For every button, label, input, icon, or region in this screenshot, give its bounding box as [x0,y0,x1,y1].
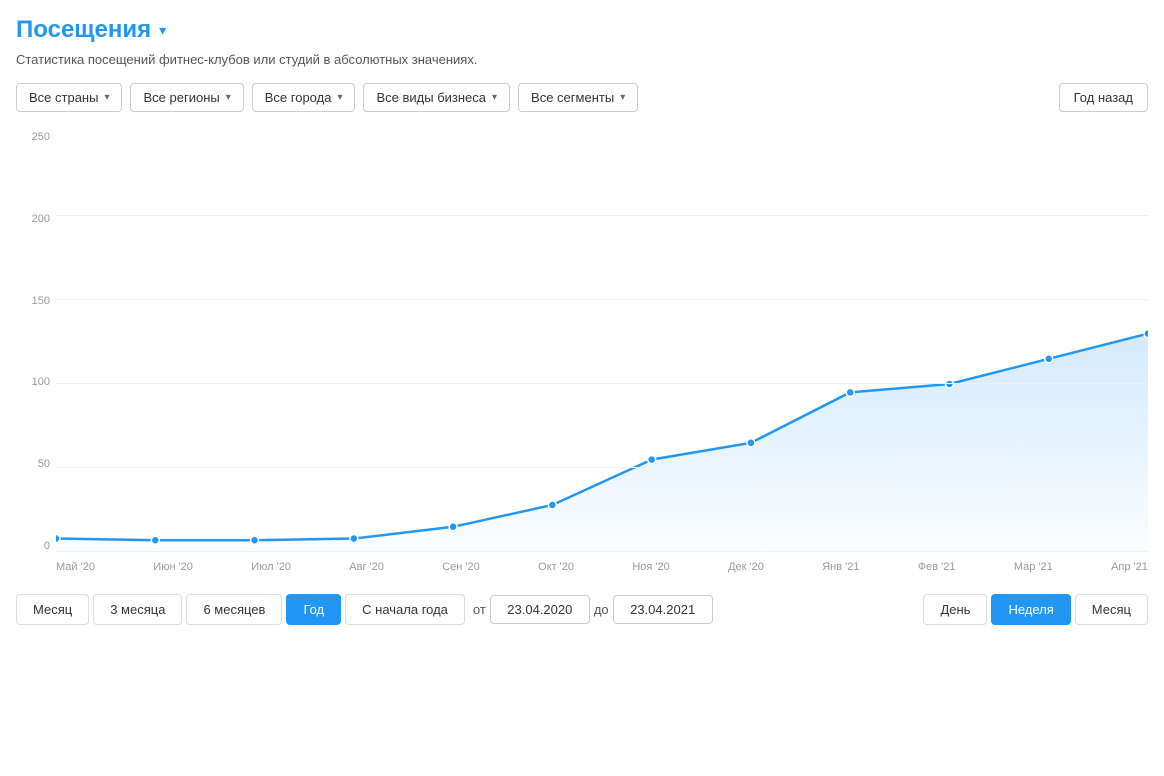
data-point [1144,330,1148,338]
x-label: Июл '20 [251,561,291,573]
chart-wrapper: 0 50 100 150 200 250 Май '20 Июн '20 Июл '20 Авг… [16,132,1148,582]
grid-line-50 [56,467,1148,468]
gran-btn-неделя[interactable]: Неделя [991,594,1070,625]
y-label: 250 [16,132,56,143]
x-label: Апр '21 [1111,561,1148,573]
grid-line-150 [56,299,1148,300]
data-point [548,501,556,509]
data-point [747,439,755,447]
x-label: Июн '20 [153,561,193,573]
filter-countries[interactable]: Все страны ▾ [16,83,122,112]
filters-bar: Все страны ▾Все регионы ▾Все города ▾Все… [16,83,1148,112]
x-axis: Май '20 Июн '20 Июл '20 Авг '20 Сен '20 Окт '… [56,552,1148,582]
y-label: 0 [16,541,56,552]
date-range: от до [473,595,713,624]
chart-area [56,132,1148,552]
grid-line-200 [56,215,1148,216]
subtitle: Статистика посещений фитнес-клубов или с… [16,52,1148,67]
period-btn-6-месяцев[interactable]: 6 месяцев [186,594,282,625]
data-point [350,535,358,543]
x-label: Май '20 [56,561,95,573]
x-label: Фев '21 [918,561,956,573]
data-point [1045,355,1053,363]
data-point [56,535,60,543]
x-label: Сен '20 [442,561,480,573]
y-label: 200 [16,214,56,225]
gran-btn-день[interactable]: День [923,594,987,625]
x-label: Дек '20 [728,561,764,573]
data-point [251,536,259,544]
title-text: Посещения [16,16,151,44]
data-point [151,536,159,544]
page-title: Посещения ▾ [16,16,1148,44]
bottom-controls: Месяц3 месяца6 месяцевГодС начала года о… [16,594,1148,625]
y-label: 50 [16,459,56,470]
data-point [449,523,457,531]
data-point [648,456,656,464]
to-label: до [594,602,609,617]
filter-business[interactable]: Все виды бизнеса ▾ [363,83,510,112]
granularity-buttons: ДеньНеделяМесяц [923,594,1148,625]
filter-regions[interactable]: Все регионы ▾ [130,83,243,112]
y-axis: 0 50 100 150 200 250 [16,132,56,552]
period-btn-месяц[interactable]: Месяц [16,594,89,625]
chart-area-fill [56,334,1148,552]
x-label: Мар '21 [1014,561,1053,573]
x-label: Ноя '20 [632,561,669,573]
to-date-input[interactable] [613,595,713,624]
x-label: Окт '20 [538,561,574,573]
title-dropdown-arrow[interactable]: ▾ [159,22,166,39]
filter-cities[interactable]: Все города ▾ [252,83,356,112]
period-btn-3-месяца[interactable]: 3 месяца [93,594,182,625]
filter-segments[interactable]: Все сегменты ▾ [518,83,638,112]
gran-btn-месяц[interactable]: Месяц [1075,594,1148,625]
from-label: от [473,602,486,617]
data-point [846,388,854,396]
grid-line-100 [56,383,1148,384]
y-label: 100 [16,377,56,388]
data-point [945,380,953,388]
x-label: Янв '21 [822,561,859,573]
period-btn-с-начала-года[interactable]: С начала года [345,594,465,625]
line-chart [56,132,1148,552]
year-back-button[interactable]: Год назад [1059,83,1148,112]
from-date-input[interactable] [490,595,590,624]
period-btn-год[interactable]: Год [286,594,341,625]
x-label: Авг '20 [349,561,384,573]
y-label: 150 [16,296,56,307]
